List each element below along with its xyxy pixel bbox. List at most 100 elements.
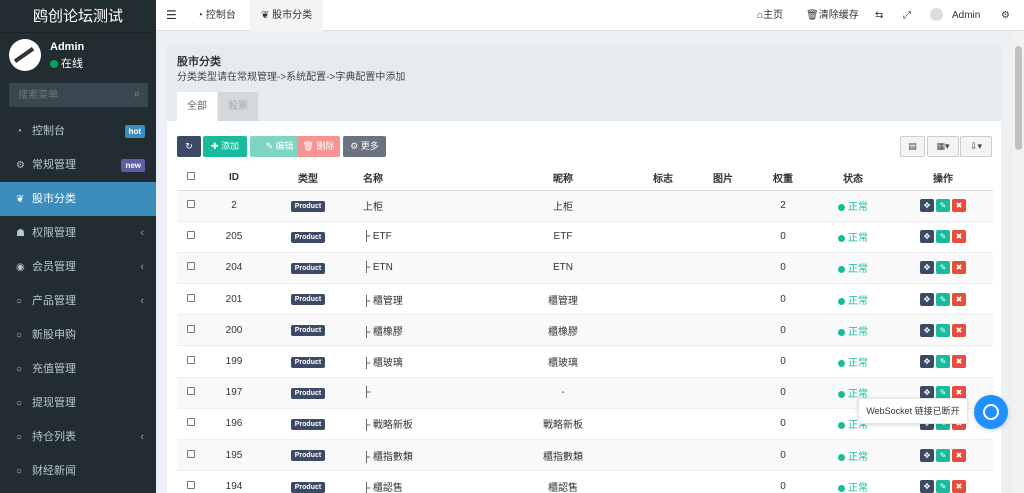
drag-move-icon[interactable]: ✥ — [920, 199, 934, 213]
col-image[interactable]: 图片 — [693, 165, 753, 191]
settings-gear-icon[interactable]: ⚙ — [1001, 0, 1010, 31]
tab-stock-category[interactable]: ❦ 股市分类 — [250, 0, 324, 31]
row-checkbox[interactable] — [187, 231, 195, 240]
drag-move-icon[interactable]: ✥ — [920, 230, 934, 244]
drag-move-icon[interactable]: ✥ — [920, 480, 934, 493]
cell-actions: ✥✎✖ — [893, 283, 993, 315]
row-checkbox[interactable] — [187, 418, 195, 427]
edit-row-icon[interactable]: ✎ — [936, 323, 950, 337]
drag-move-icon[interactable]: ✥ — [920, 292, 934, 306]
table-row[interactable]: 2 Product 上柜 上柜 2 正常 ✥ ✎ ✖ — [177, 189, 993, 222]
col-nickname[interactable]: 昵称 — [493, 165, 633, 191]
sidebar-item-dashboard[interactable]: ◔ 控制台 hot — [0, 114, 156, 148]
toggle-view-button[interactable]: ▤ — [900, 136, 925, 157]
sidebar-item-general[interactable]: ⚙ 常规管理 new — [0, 148, 156, 182]
translate-icon[interactable]: ⇆ — [875, 0, 883, 31]
cell-id: 205 — [205, 220, 263, 253]
delete-row-icon[interactable]: ✖ — [952, 261, 966, 275]
sidebar-item-withdraw[interactable]: ○ 提现管理 — [0, 386, 156, 420]
sidebar-item-news[interactable]: ○ 财经新闻 — [0, 454, 156, 488]
edit-row-icon[interactable]: ✎ — [936, 199, 950, 213]
delete-button[interactable]: 🗑 删除 — [297, 136, 340, 157]
more-button[interactable]: ⚙ 更多 — [343, 136, 386, 157]
drag-move-icon[interactable]: ✥ — [920, 355, 934, 369]
page-scrollbar[interactable] — [1013, 31, 1024, 493]
table-row[interactable]: 204 Product ├ ETN ETN 0 正常 ✥ ✎ ✖ — [177, 251, 993, 284]
clear-cache-button[interactable]: 🗑清除缓存 — [806, 0, 859, 31]
export-dropdown[interactable]: ⇩▾ — [960, 136, 992, 157]
table-row[interactable]: 194 Product ├ 櫃認售 櫃認售 0 正常 ✥ ✎ ✖ — [177, 470, 993, 493]
sidebar-item-members[interactable]: ◉ 会员管理 ‹ — [0, 250, 156, 284]
sidebar-item-permission[interactable]: ☗ 权限管理 ‹ — [0, 216, 156, 250]
cell-name: ├ — [353, 376, 493, 409]
home-link[interactable]: ⌂主页 — [757, 0, 783, 31]
delete-row-icon[interactable]: ✖ — [952, 355, 966, 369]
drag-move-icon[interactable]: ✥ — [920, 323, 934, 337]
tab-stocks[interactable]: 股票 — [218, 92, 258, 121]
delete-row-icon[interactable]: ✖ — [952, 292, 966, 306]
admin-menu[interactable]: Admin — [930, 0, 980, 31]
tab-dashboard[interactable]: ◔ 控制台 — [188, 0, 245, 31]
table-row[interactable]: 199 Product ├ 櫃玻璃 櫃玻璃 0 正常 ✥ ✎ ✖ — [177, 345, 993, 378]
menu-search-input[interactable] — [9, 83, 119, 107]
col-id[interactable]: ID — [205, 165, 263, 191]
type-badge: Product — [290, 387, 326, 399]
add-button[interactable]: ✚ 添加 — [203, 136, 247, 157]
edit-row-icon[interactable]: ✎ — [936, 480, 950, 493]
drag-move-icon[interactable]: ✥ — [920, 261, 934, 275]
cell-actions: ✥✎✖ — [893, 470, 993, 493]
drag-move-icon[interactable]: ✥ — [920, 448, 934, 462]
delete-row-icon[interactable]: ✖ — [952, 199, 966, 213]
edit-row-icon[interactable]: ✎ — [936, 355, 950, 369]
sidebar-item-positions[interactable]: ○ 持仓列表 ‹ — [0, 420, 156, 454]
menu-toggle-icon[interactable]: ☰ — [166, 0, 177, 31]
col-status[interactable]: 状态 — [813, 165, 893, 191]
edit-row-icon[interactable]: ✎ — [936, 261, 950, 275]
row-checkbox[interactable] — [187, 449, 195, 458]
select-all-checkbox[interactable] — [187, 171, 195, 180]
row-checkbox[interactable] — [187, 356, 195, 365]
table-row[interactable]: 201 Product ├ 櫃管理 櫃管理 0 正常 ✥ ✎ ✖ — [177, 283, 993, 315]
fullscreen-icon[interactable]: ⤢ — [903, 0, 911, 31]
refresh-button[interactable]: ↻ — [177, 136, 201, 157]
search-icon[interactable]: ⌕ — [134, 88, 140, 101]
avatar — [9, 39, 41, 71]
columns-dropdown[interactable]: ▦▾ — [927, 136, 959, 157]
table-row[interactable]: 200 Product ├ 櫃橡膠 櫃橡膠 0 正常 ✥ ✎ ✖ — [177, 314, 993, 346]
edit-row-icon[interactable]: ✎ — [936, 292, 950, 306]
sidebar-item-ipo[interactable]: ○ 新股申购 — [0, 318, 156, 352]
sidebar-item-stock-category[interactable]: ❦ 股市分类 — [0, 182, 156, 216]
row-checkbox[interactable] — [187, 481, 195, 490]
app-logo-title[interactable]: 鸥创论坛测试 — [0, 0, 156, 33]
delete-row-icon[interactable]: ✖ — [952, 230, 966, 244]
delete-row-icon[interactable]: ✖ — [952, 323, 966, 337]
col-flag[interactable]: 标志 — [633, 165, 693, 191]
table-row[interactable]: 195 Product ├ 櫃指數類 櫃指數類 0 正常 ✥ ✎ ✖ — [177, 438, 993, 471]
cell-status: 正常 — [813, 251, 893, 284]
chat-bubble-icon[interactable] — [974, 395, 1008, 429]
tab-all[interactable]: 全部 — [177, 92, 217, 121]
type-badge: Product — [290, 481, 326, 493]
refresh-icon: ↻ — [185, 141, 193, 151]
row-select-cell — [177, 470, 205, 493]
scrollbar-thumb[interactable] — [1015, 46, 1022, 150]
circle-icon: ○ — [16, 398, 23, 409]
col-type[interactable]: 类型 — [263, 165, 353, 191]
row-checkbox[interactable] — [187, 387, 195, 396]
type-badge: Product — [290, 418, 326, 430]
delete-row-icon[interactable]: ✖ — [952, 480, 966, 493]
row-checkbox[interactable] — [187, 293, 195, 302]
cell-name: ├ 櫃玻璃 — [353, 345, 493, 378]
row-checkbox[interactable] — [187, 200, 195, 209]
delete-row-icon[interactable]: ✖ — [952, 448, 966, 462]
status-label: 正常 — [848, 233, 868, 245]
row-checkbox[interactable] — [187, 262, 195, 271]
sidebar-item-products[interactable]: ○ 产品管理 ‹ — [0, 284, 156, 318]
table-row[interactable]: 205 Product ├ ETF ETF 0 正常 ✥ ✎ ✖ — [177, 220, 993, 253]
edit-row-icon[interactable]: ✎ — [936, 448, 950, 462]
sidebar-item-recharge[interactable]: ○ 充值管理 — [0, 352, 156, 386]
row-checkbox[interactable] — [187, 324, 195, 333]
edit-row-icon[interactable]: ✎ — [936, 230, 950, 244]
col-weight[interactable]: 权重 — [753, 165, 813, 191]
col-name[interactable]: 名称 — [353, 165, 493, 191]
